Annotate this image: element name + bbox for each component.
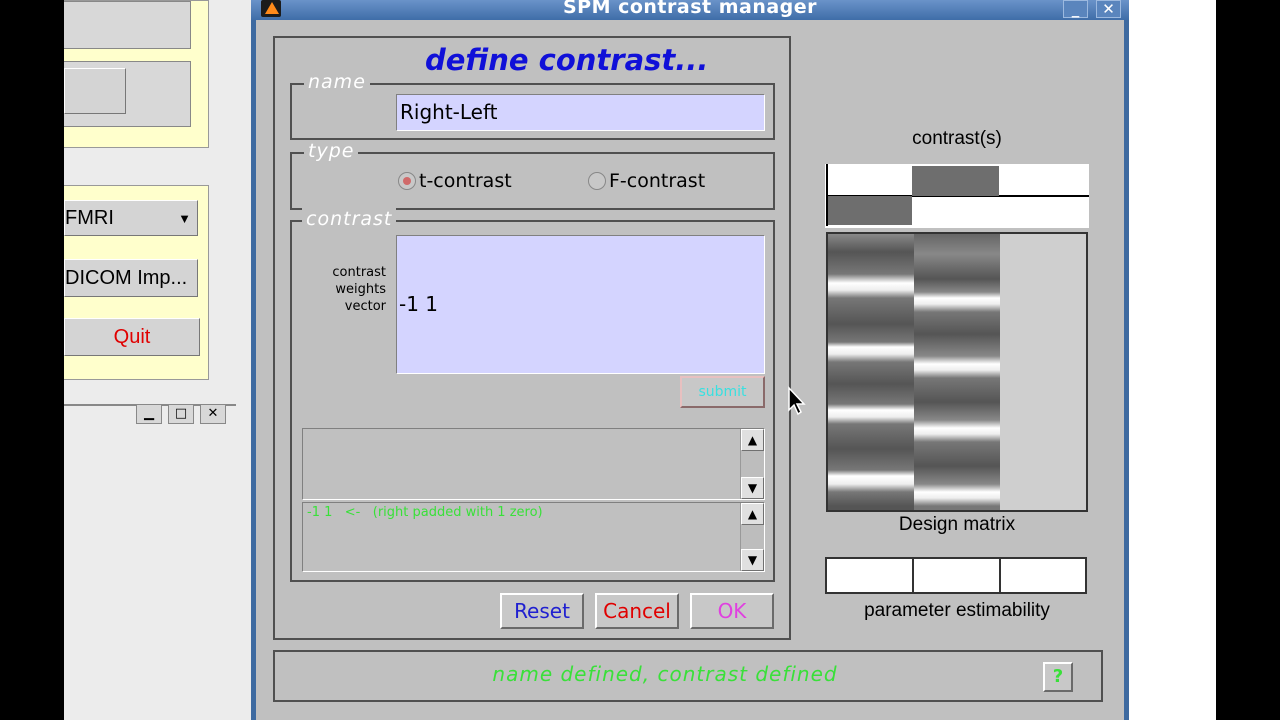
contrast-name-input[interactable]: Right-Left xyxy=(396,94,765,131)
desktop: FMRI ▼ DICOM Imp... Quit ▁ □ ✕ SPM contr… xyxy=(64,0,1216,720)
cancel-button[interactable]: Cancel xyxy=(595,593,679,629)
name-frame: name Right-Left xyxy=(290,71,775,140)
design-matrix-label: Design matrix xyxy=(898,514,1016,535)
spm-graphics-window xyxy=(64,404,236,720)
info-line: -1 1 <- (right padded with 1 zero) xyxy=(307,505,543,520)
ok-button[interactable]: OK xyxy=(690,593,774,629)
quit-label: Quit xyxy=(113,325,151,348)
contrast-bar-positive xyxy=(912,166,999,196)
contrast-manager-window: SPM contrast manager _ ✕ define contrast… xyxy=(251,0,1129,720)
status-text: name defined, contrast defined xyxy=(492,662,838,686)
chevron-down-icon: ▼ xyxy=(178,210,191,226)
submit-button[interactable]: submit xyxy=(680,376,765,408)
scroll-down-icon[interactable]: ▼ xyxy=(741,549,764,571)
design-matrix-image xyxy=(826,232,1088,512)
weights-label: contrast weights vector xyxy=(332,265,386,314)
contrast-legend: contrast xyxy=(302,208,397,230)
errors-listbox[interactable]: ▲ ▼ xyxy=(302,428,765,500)
contrast-zero-line xyxy=(825,164,1089,165)
info-scrollbar[interactable]: ▲ ▼ xyxy=(740,503,764,571)
t-contrast-label: t-contrast xyxy=(419,170,512,192)
estimability-divider xyxy=(999,559,1001,592)
contrast-weights-input[interactable]: -1 1 xyxy=(396,235,765,374)
estimability-box xyxy=(825,557,1087,594)
help-button[interactable]: ? xyxy=(1043,662,1073,692)
estimability-divider xyxy=(912,559,914,592)
t-contrast-radio[interactable]: t-contrast xyxy=(398,170,512,192)
panel-heading: define contrast... xyxy=(425,43,709,77)
type-frame: type t-contrast F-contrast xyxy=(290,140,775,210)
define-contrast-panel: define contrast... name Right-Left type … xyxy=(273,36,791,640)
title-bar[interactable]: SPM contrast manager _ ✕ xyxy=(251,0,1129,20)
contrast-frame: contrast contrast weights vector -1 1 su… xyxy=(290,208,775,582)
contrast-axis xyxy=(826,164,828,196)
reset-button[interactable]: Reset xyxy=(500,593,584,629)
scroll-up-icon[interactable]: ▲ xyxy=(741,429,764,451)
design-matrix-column xyxy=(914,234,1000,510)
close-button[interactable]: ✕ xyxy=(1096,0,1121,18)
contrast-bar-negative xyxy=(828,196,912,225)
info-listbox[interactable]: -1 1 <- (right padded with 1 zero) ▲ ▼ xyxy=(302,502,765,572)
dicom-import-button[interactable]: DICOM Imp... xyxy=(64,259,198,297)
menu-panel-bottom: FMRI ▼ DICOM Imp... Quit xyxy=(64,185,209,380)
mouse-pointer-icon xyxy=(788,386,806,416)
design-matrix-column xyxy=(828,234,914,510)
name-legend: name xyxy=(304,71,370,93)
estimability-label: parameter estimability xyxy=(864,600,1050,621)
radio-selected-icon xyxy=(398,172,416,190)
radio-unselected-icon xyxy=(588,172,606,190)
modality-select[interactable]: FMRI ▼ xyxy=(64,200,198,236)
status-bar: name defined, contrast defined ? xyxy=(273,650,1103,702)
design-matrix-constant-column xyxy=(1000,234,1086,510)
contrasts-label: contrast(s) xyxy=(912,128,1002,149)
menu-button[interactable] xyxy=(64,68,126,114)
window-client: define contrast... name Right-Left type … xyxy=(256,20,1124,720)
errors-scrollbar[interactable]: ▲ ▼ xyxy=(740,429,764,499)
quit-button[interactable]: Quit xyxy=(64,318,200,356)
modality-select-value: FMRI xyxy=(65,206,114,229)
window-title: SPM contrast manager xyxy=(562,0,818,18)
f-contrast-radio[interactable]: F-contrast xyxy=(588,170,705,192)
scroll-up-icon[interactable]: ▲ xyxy=(741,503,764,525)
f-contrast-label: F-contrast xyxy=(609,170,706,192)
dicom-import-label: DICOM Imp... xyxy=(65,266,188,289)
type-legend: type xyxy=(304,140,359,162)
menu-panel-top xyxy=(64,0,209,148)
menu-frame-top xyxy=(64,1,191,49)
minimize-button[interactable]: _ xyxy=(1063,0,1088,18)
maximize-icon[interactable]: □ xyxy=(168,404,194,424)
scroll-down-icon[interactable]: ▼ xyxy=(741,477,764,499)
close-icon[interactable]: ✕ xyxy=(200,404,226,424)
minimize-icon[interactable]: ▁ xyxy=(136,404,162,424)
